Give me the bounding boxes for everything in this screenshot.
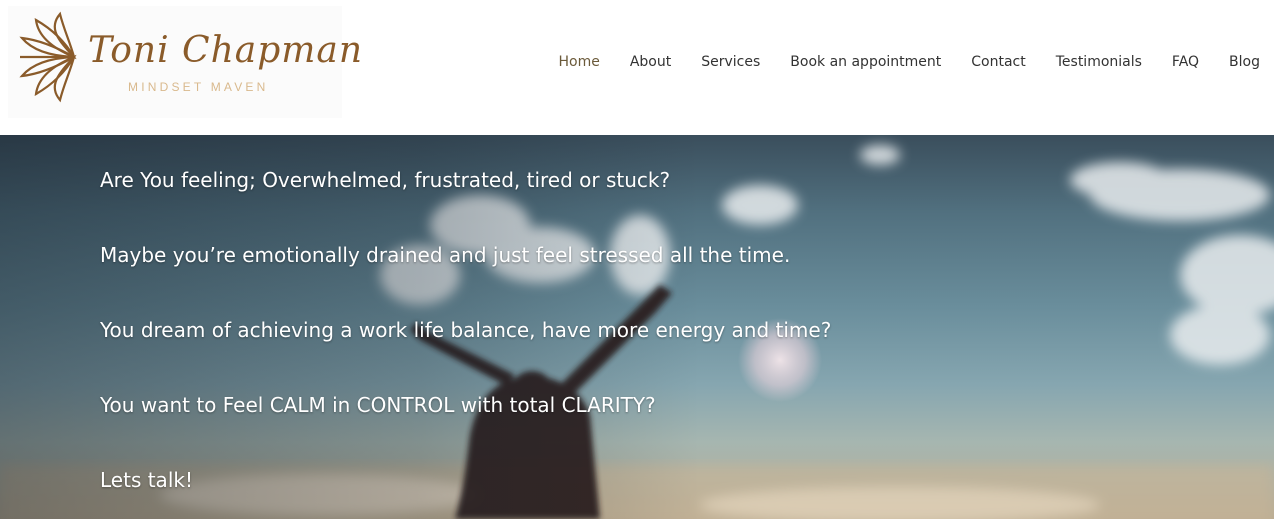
nav-about[interactable]: About: [630, 52, 671, 72]
hero-line-1: Are You feeling; Overwhelmed, frustrated…: [100, 168, 671, 192]
nav-home[interactable]: Home: [558, 52, 599, 72]
logo-name: Toni Chapman: [88, 30, 364, 71]
hero-text: Are You feeling; Overwhelmed, frustrated…: [100, 166, 1000, 519]
nav-contact[interactable]: Contact: [971, 52, 1025, 72]
nav-book-appointment[interactable]: Book an appointment: [790, 52, 941, 72]
nav-faq[interactable]: FAQ: [1172, 52, 1199, 72]
hero-line-2: Maybe you’re emotionally drained and jus…: [100, 243, 791, 267]
logo-tagline: MINDSET MAVEN: [128, 80, 269, 94]
nav-testimonials[interactable]: Testimonials: [1056, 52, 1142, 72]
nav-blog[interactable]: Blog: [1229, 52, 1260, 72]
main-nav: Home About Services Book an appointment …: [558, 52, 1260, 72]
hero-banner: Are You feeling; Overwhelmed, frustrated…: [0, 135, 1274, 519]
hero-line-3: You dream of achieving a work life balan…: [100, 318, 832, 342]
nav-services[interactable]: Services: [701, 52, 760, 72]
hero-line-5: Lets talk!: [100, 468, 193, 492]
hero-line-4: You want to Feel CALM in CONTROL with to…: [100, 393, 656, 417]
lotus-mandala-icon: [19, 11, 77, 103]
logo[interactable]: Toni Chapman MINDSET MAVEN: [8, 6, 362, 118]
site-header: Toni Chapman MINDSET MAVEN Home About Se…: [0, 0, 1274, 135]
